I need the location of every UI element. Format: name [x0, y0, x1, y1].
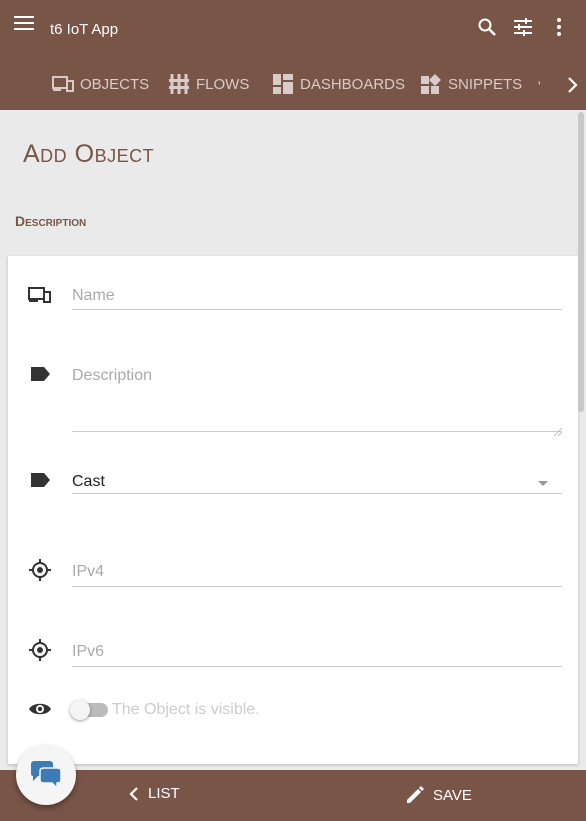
name-field[interactable]: Name — [72, 278, 562, 310]
devices-icon — [28, 283, 52, 307]
tab-snippets[interactable]: SNIPPETS — [420, 72, 522, 96]
ipv6-underline — [72, 666, 562, 667]
widgets-icon — [420, 73, 442, 95]
type-selected-value: Cast — [72, 473, 105, 490]
bottom-action-bar: LIST SAVE — [0, 770, 586, 821]
description-placeholder: Description — [72, 367, 153, 384]
ipv4-placeholder: IPv4 — [72, 563, 105, 580]
save-button[interactable]: SAVE — [405, 785, 472, 805]
app-bar-actions — [476, 16, 570, 38]
tab-dashboards[interactable]: DASHBOARDS — [272, 72, 405, 96]
save-label: SAVE — [433, 786, 472, 804]
tab-label: SNIPPETS — [448, 75, 523, 93]
page-title: Add Object — [23, 140, 155, 168]
tab-label: DASHBOARDS — [300, 75, 406, 93]
gps-fixed-icon — [28, 558, 52, 582]
ipv6-placeholder: IPv6 — [72, 643, 105, 660]
tab-bar: OBJECTS FLOWS DASHBOARDS SNIPPETS ' — [0, 60, 586, 110]
search-icon[interactable] — [476, 16, 498, 38]
chevron-down-icon — [538, 481, 548, 486]
label-icon — [28, 362, 52, 386]
menu-icon[interactable] — [14, 16, 34, 34]
tab-label: OBJECTS — [80, 75, 150, 93]
app-title: t6 IoT App — [50, 21, 119, 38]
gps-fixed-icon — [28, 638, 52, 662]
label-icon — [28, 468, 52, 492]
name-underline — [72, 309, 562, 310]
tab-objects[interactable]: OBJECTS — [52, 72, 149, 96]
chevron-left-icon — [129, 786, 138, 801]
type-underline — [72, 493, 562, 494]
edit-icon — [407, 786, 424, 803]
visibility-label: The Object is visible. — [112, 701, 260, 718]
tab-label: FLOWS — [196, 75, 250, 93]
tab-flows[interactable]: FLOWS — [168, 72, 249, 96]
more-vert-icon[interactable] — [548, 16, 570, 38]
section-title: Description — [15, 213, 87, 229]
list-button[interactable]: LIST — [128, 785, 180, 802]
flows-icon — [168, 73, 190, 95]
main-content: Add Object Description Name Description … — [0, 110, 586, 770]
list-label: LIST — [148, 785, 180, 802]
ipv4-field[interactable]: IPv4 — [72, 554, 562, 587]
tab-overflow-partial: ' — [538, 78, 541, 94]
chat-fab[interactable] — [16, 745, 76, 805]
toggle-knob — [70, 700, 90, 720]
type-select[interactable]: Cast — [72, 466, 562, 494]
description-field[interactable]: Description — [72, 358, 563, 437]
visibility-icon — [28, 697, 52, 721]
app-bar: t6 IoT App OBJECTS FLOWS DASHBOARDS SNIP… — [0, 0, 586, 110]
dashboard-icon — [272, 73, 294, 95]
tune-icon[interactable] — [512, 16, 534, 38]
object-form-card: Name Description Cast IPv4 IPv6 The Obje… — [8, 256, 578, 764]
description-underline — [72, 431, 562, 432]
chat-bubbles-icon — [31, 761, 62, 790]
resize-handle-icon[interactable] — [553, 423, 563, 437]
ipv4-underline — [72, 586, 562, 587]
ipv6-field[interactable]: IPv6 — [72, 634, 562, 667]
scrollbar[interactable] — [578, 112, 584, 412]
visibility-toggle[interactable] — [70, 700, 108, 720]
name-placeholder: Name — [72, 287, 115, 304]
chevron-right-icon[interactable] — [562, 74, 582, 96]
devices-icon — [52, 73, 74, 95]
